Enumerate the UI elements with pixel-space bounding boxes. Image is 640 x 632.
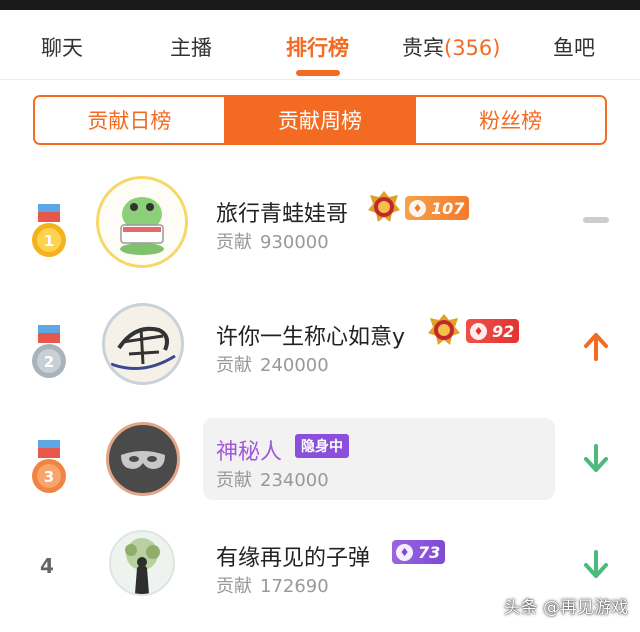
avatar[interactable] xyxy=(102,303,184,385)
contribution-value: 172690 xyxy=(260,576,329,597)
level-badge: ♦ 107 xyxy=(405,196,470,220)
stealth-tag: 隐身中 xyxy=(295,434,349,458)
segment-daily[interactable]: 贡献日榜 xyxy=(35,97,226,143)
arrow-up-icon xyxy=(584,333,608,361)
watermark: 头条 @再见游戏 xyxy=(503,598,628,618)
segment-fans[interactable]: 粉丝榜 xyxy=(416,97,605,143)
noble-crest-icon xyxy=(368,191,400,222)
arrow-down-icon xyxy=(584,550,608,578)
ranking-row[interactable]: 3 神秘人 隐身中 贡献 234000 xyxy=(0,410,640,530)
contribution-value: 930000 xyxy=(260,232,329,253)
mask-icon xyxy=(121,451,165,469)
silver-medal-icon: 2 xyxy=(32,325,66,378)
username[interactable]: 许你一生称心如意y xyxy=(216,319,405,351)
tab-ranking[interactable]: 排行榜 xyxy=(286,32,349,62)
username[interactable]: 旅行青蛙娃哥 xyxy=(216,196,348,228)
bronze-medal-icon: 3 xyxy=(32,440,66,493)
contribution-label: 贡献 xyxy=(216,232,252,253)
rank-number: 2 xyxy=(44,353,54,371)
contribution: 贡献 240000 xyxy=(216,351,329,377)
noble-crest-icon xyxy=(428,314,460,345)
tab-anchor-label: 主播 xyxy=(170,36,212,60)
contribution: 贡献 172690 xyxy=(216,572,329,598)
tab-vip-label: 贵宾 xyxy=(402,36,444,60)
level-value: 73 xyxy=(418,542,441,562)
contribution-label: 贡献 xyxy=(216,470,252,491)
avatar[interactable] xyxy=(109,530,175,596)
level-icon: ♦ xyxy=(396,543,413,561)
contribution-value: 234000 xyxy=(260,470,329,491)
ranking-row[interactable]: 2 许你一生称心如意y ♦ 92 贡献 240000 xyxy=(0,285,640,405)
avatar[interactable] xyxy=(96,176,188,268)
avatar[interactable] xyxy=(106,422,180,496)
tab-anchor[interactable]: 主播 xyxy=(170,32,212,62)
level-badge: ♦ 73 xyxy=(392,540,446,564)
level-value: 92 xyxy=(492,321,515,341)
username[interactable]: 有缘再见的子弹 xyxy=(216,540,370,572)
active-tab-indicator xyxy=(296,70,340,76)
dash-icon xyxy=(583,217,609,223)
contribution: 贡献 930000 xyxy=(216,228,329,254)
segment-weekly[interactable]: 贡献周榜 xyxy=(225,97,417,143)
contribution-label: 贡献 xyxy=(216,355,252,376)
arrow-down-icon xyxy=(584,444,608,472)
level-icon: ♦ xyxy=(470,322,487,340)
tab-fish-bar-label: 鱼吧 xyxy=(553,36,595,60)
level-badge: ♦ 92 xyxy=(466,319,520,343)
contribution: 贡献 234000 xyxy=(216,466,329,492)
contribution-label: 贡献 xyxy=(216,576,252,597)
level-icon: ♦ xyxy=(409,199,426,217)
tab-fish-bar[interactable]: 鱼吧 xyxy=(553,32,595,62)
vip-count: (356) xyxy=(444,36,501,60)
status-bar xyxy=(0,0,640,10)
top-tab-bar: 聊天 主播 排行榜 贵宾(356) 鱼吧 xyxy=(0,10,640,80)
gold-medal-icon: 1 xyxy=(32,204,66,257)
rank-number: 3 xyxy=(44,468,54,486)
level-value: 107 xyxy=(431,198,465,218)
username[interactable]: 神秘人 xyxy=(216,434,282,466)
ranking-row[interactable]: 1 旅行青蛙娃哥 ♦ 107 贡献 930000 xyxy=(0,160,640,280)
ranking-period-switch: 贡献日榜 贡献周榜 粉丝榜 xyxy=(33,95,607,145)
tab-ranking-label: 排行榜 xyxy=(286,36,349,60)
tab-chat[interactable]: 聊天 xyxy=(41,32,83,62)
rank-number: 4 xyxy=(40,554,54,578)
tab-chat-label: 聊天 xyxy=(41,36,83,60)
rank-number: 1 xyxy=(44,232,54,250)
contribution-value: 240000 xyxy=(260,355,329,376)
tab-vip[interactable]: 贵宾(356) xyxy=(402,32,500,62)
